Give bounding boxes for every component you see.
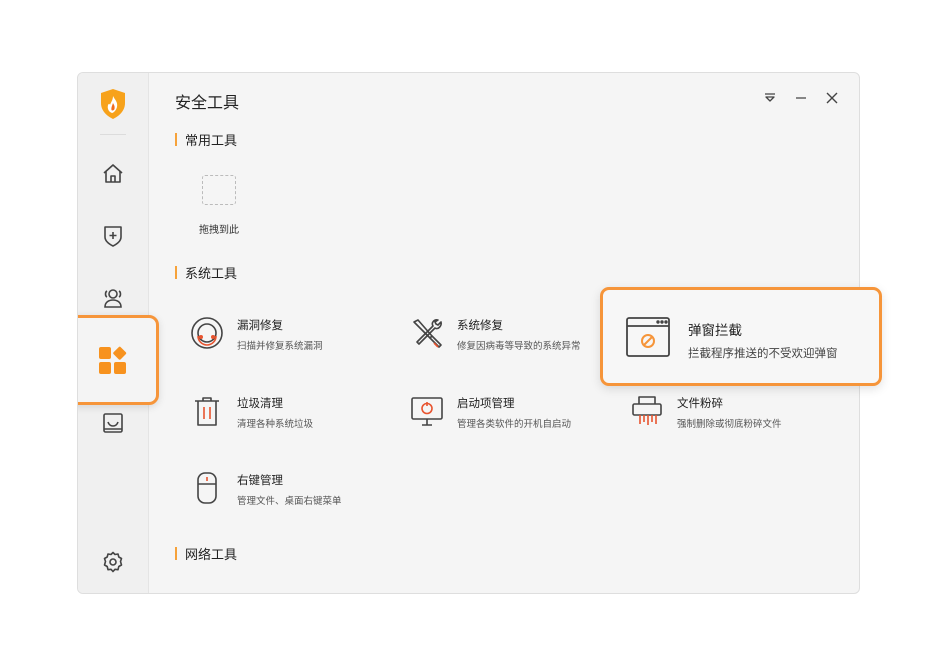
section-marker	[175, 266, 177, 279]
sidebar-item-tools[interactable]	[78, 315, 159, 405]
tool-name: 系统修复	[457, 318, 503, 332]
sidebar	[78, 73, 159, 593]
minimize-icon	[796, 97, 806, 99]
startup-monitor-icon	[411, 397, 443, 426]
trash-icon	[195, 397, 219, 426]
tool-context-menu-manager[interactable]: 右键管理 管理文件、桌面右键菜单	[187, 468, 342, 508]
tool-popup-blocker[interactable]: 弹窗拦截 拦截程序推送的不受欢迎弹窗	[600, 287, 882, 386]
tool-junk-cleanup[interactable]: 垃圾清理 清理各种系统垃圾	[187, 391, 313, 431]
page-title: 安全工具	[175, 93, 240, 112]
tool-description: 拦截程序推送的不受欢迎弹窗	[688, 346, 838, 360]
tool-name: 垃圾清理	[237, 396, 283, 410]
tool-description: 强制删除或彻底粉碎文件	[677, 419, 782, 430]
app-logo-icon	[99, 88, 127, 120]
mouse-icon	[197, 472, 217, 504]
section-marker	[175, 133, 177, 146]
sidebar-item-settings[interactable]	[96, 545, 130, 579]
sidebar-item-accounts[interactable]	[96, 281, 130, 315]
menu-icon	[765, 93, 775, 102]
tool-name: 右键管理	[237, 473, 283, 487]
sidebar-item-home[interactable]	[96, 157, 130, 191]
tool-startup-manager[interactable]: 启动项管理 管理各类软件的开机自启动	[407, 391, 571, 431]
drop-zone[interactable]: 拖拽到此	[169, 175, 269, 236]
apps-icon	[99, 346, 127, 374]
minimize-button[interactable]	[793, 90, 809, 106]
inbox-icon	[103, 413, 123, 433]
tool-file-shredder[interactable]: 文件粉碎 强制删除或彻底粉碎文件	[627, 391, 782, 431]
section-network-tools: 网络工具	[175, 544, 237, 563]
section-title: 系统工具	[185, 267, 238, 282]
sidebar-item-protection[interactable]	[96, 219, 130, 253]
popup-block-icon	[626, 317, 670, 357]
tool-description: 扫描并修复系统漏洞	[237, 341, 323, 352]
section-title: 常用工具	[185, 134, 238, 149]
vulnerability-icon	[191, 317, 223, 349]
tool-name: 启动项管理	[457, 396, 515, 410]
tool-system-repair[interactable]: 系统修复 修复因病毒等导致的系统异常	[407, 313, 581, 353]
sidebar-divider	[100, 134, 126, 135]
tool-description: 管理各类软件的开机自启动	[457, 419, 572, 430]
users-icon	[104, 289, 122, 308]
tool-name: 漏洞修复	[237, 318, 283, 332]
tool-name: 弹窗拦截	[688, 323, 742, 339]
gear-icon	[103, 551, 123, 573]
drop-zone-label: 拖拽到此	[199, 225, 239, 236]
tool-vulnerability-fix[interactable]: 漏洞修复 扫描并修复系统漏洞	[187, 313, 323, 353]
section-title: 网络工具	[185, 548, 238, 563]
close-icon	[826, 92, 838, 104]
section-system-tools: 系统工具	[175, 263, 237, 282]
tool-description: 管理文件、桌面右键菜单	[237, 496, 342, 507]
tool-name: 文件粉碎	[677, 396, 723, 410]
tool-description: 修复因病毒等导致的系统异常	[457, 341, 581, 352]
home-icon	[103, 164, 123, 183]
repair-tools-icon	[413, 319, 442, 348]
close-button[interactable]	[824, 90, 840, 106]
tool-description: 清理各种系统垃圾	[237, 419, 314, 430]
section-common-tools: 常用工具	[175, 130, 237, 149]
sidebar-item-box[interactable]	[96, 406, 130, 440]
shield-plus-icon	[104, 226, 122, 247]
shredder-icon	[632, 396, 662, 425]
drop-zone-box	[202, 175, 236, 205]
section-marker	[175, 547, 177, 560]
menu-button[interactable]	[762, 90, 778, 106]
